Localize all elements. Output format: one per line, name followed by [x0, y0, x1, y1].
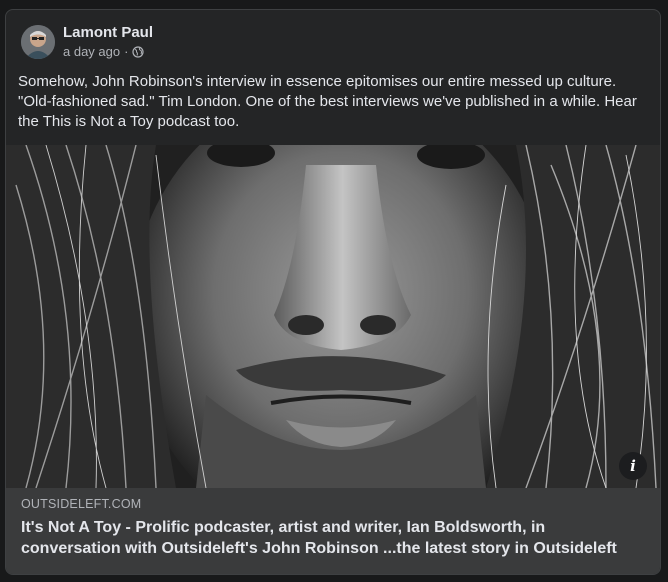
- globe-icon[interactable]: [132, 46, 145, 58]
- separator-dot: ·: [124, 44, 129, 59]
- timestamp[interactable]: a day ago: [63, 44, 120, 60]
- post-card: Lamont Paul a day ago · Somehow, John Ro…: [5, 9, 661, 575]
- portrait-image: [6, 145, 660, 488]
- info-button[interactable]: i: [619, 452, 647, 480]
- link-title[interactable]: It's Not A Toy - Prolific podcaster, art…: [21, 517, 646, 559]
- post-photo[interactable]: i: [6, 145, 660, 488]
- author-name[interactable]: Lamont Paul: [63, 24, 153, 42]
- link-preview[interactable]: OUTSIDELEFT.COM It's Not A Toy - Prolifi…: [6, 488, 660, 574]
- post-meta: Lamont Paul a day ago ·: [63, 24, 153, 60]
- avatar[interactable]: [21, 25, 55, 59]
- link-domain: OUTSIDELEFT.COM: [21, 497, 142, 511]
- post-subline: a day ago ·: [63, 44, 153, 60]
- post-header: Lamont Paul a day ago ·: [21, 22, 153, 62]
- post-text: Somehow, John Robinson's interview in es…: [18, 73, 637, 130]
